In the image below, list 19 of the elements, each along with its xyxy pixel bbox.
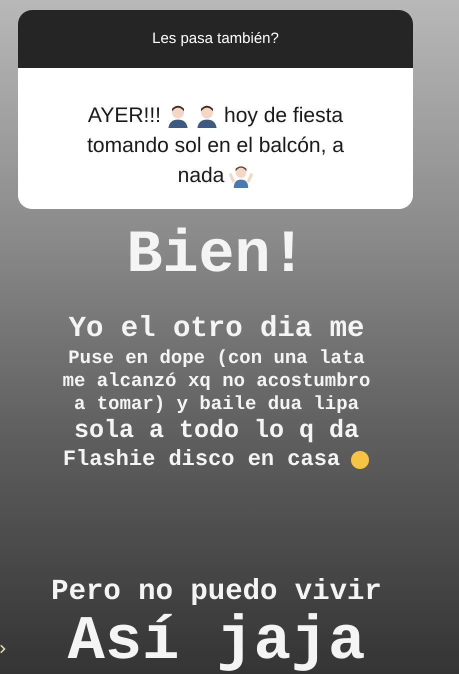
story-text: me alcanzó xq no acostumbro (62, 370, 370, 393)
person-icon (195, 104, 220, 128)
question-header: Les pasa también? (18, 10, 413, 68)
story-text: Bien! (126, 221, 307, 292)
answer-text: AYER!!! (88, 103, 162, 129)
shrug-icon (229, 164, 254, 188)
story-text: sola a todo lo q da (74, 416, 360, 446)
story-text: a tomar) y baile dua lipa (74, 393, 360, 416)
answer-text: nada (178, 163, 224, 189)
answer-text: hoy de fiesta (224, 103, 344, 129)
emoji-face-icon (350, 450, 370, 470)
chevron-icon[interactable] (0, 644, 6, 654)
story-text: Pero no puedo vivir (51, 574, 382, 610)
answer-text: tomando sol en el balcón, a (87, 133, 344, 159)
person-icon (166, 104, 190, 128)
story-text: Puse en dope (con una lata (68, 347, 365, 370)
story-text: Flashie disco en casa (62, 446, 340, 474)
story-text: Yo el otro dia me (68, 311, 364, 347)
story-text: Así jaja (68, 610, 366, 674)
